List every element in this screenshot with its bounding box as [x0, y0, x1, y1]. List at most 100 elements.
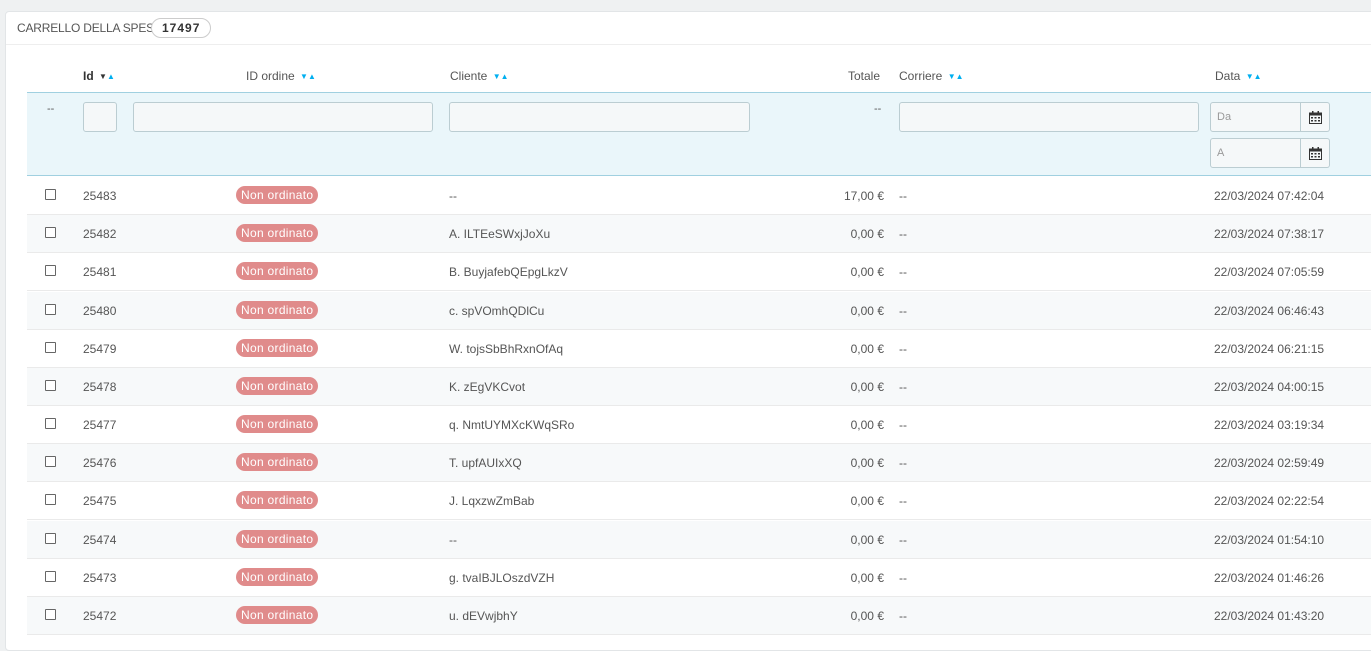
cell-date: 22/03/2024 02:59:49: [1214, 456, 1325, 470]
column-header-carrier[interactable]: Corriere ▼▲: [899, 69, 964, 83]
status-badge: Non ordinato: [236, 339, 319, 357]
status-badge: Non ordinato: [236, 186, 319, 204]
status-badge: Non ordinato: [236, 415, 319, 433]
cell-total: 0,00 €: [850, 571, 884, 585]
cell-id: 25479: [83, 342, 117, 356]
cell-date: 22/03/2024 06:21:15: [1214, 342, 1325, 356]
table-row[interactable]: 25473 Non ordinato g. tvaIBJLOszdVZH 0,00 €…: [27, 559, 1371, 597]
cell-id: 25473: [83, 571, 117, 585]
cell-carrier: --: [899, 456, 907, 470]
cell-customer: B. BuyjafebQEpgLkzV: [449, 265, 568, 279]
cell-customer: J. LqxzwZmBab: [449, 494, 535, 508]
status-badge: Non ordinato: [236, 491, 319, 509]
cell-date: 22/03/2024 01:43:20: [1214, 609, 1325, 623]
filter-checkbox-placeholder: --: [47, 103, 55, 115]
cell-id: 25477: [83, 418, 117, 432]
row-checkbox[interactable]: [45, 189, 56, 200]
cell-date: 22/03/2024 07:38:17: [1214, 227, 1325, 241]
filter-date-from-input[interactable]: Da: [1210, 102, 1301, 132]
table-row[interactable]: 25477 Non ordinato q. NmtUYMXcKWqSRo 0,00 €…: [27, 406, 1371, 444]
cell-carrier: --: [899, 227, 907, 241]
cell-id: 25480: [83, 304, 117, 318]
column-header-date[interactable]: Data ▼▲: [1215, 69, 1262, 83]
cell-customer: --: [449, 189, 457, 203]
table-row[interactable]: 25483 Non ordinato -- 17,00 € -- 22/03/2024 0…: [27, 177, 1371, 215]
table-row[interactable]: 25480 Non ordinato c. spVOmhQDlCu 0,00 € -- 2…: [27, 292, 1371, 330]
filter-carrier-input[interactable]: [899, 102, 1199, 132]
status-badge: Non ordinato: [236, 301, 319, 319]
table-row[interactable]: 25475 Non ordinato J. LqxzwZmBab 0,00 € -- 22…: [27, 482, 1371, 520]
cell-date: 22/03/2024 07:42:04: [1214, 189, 1325, 203]
cell-id: 25472: [83, 609, 117, 623]
cell-customer: K. zEgVKCvot: [449, 380, 526, 394]
cell-carrier: --: [899, 265, 907, 279]
table-row[interactable]: 25472 Non ordinato u. dEVwjbhY 0,00 € -- 22/0…: [27, 597, 1371, 635]
cell-customer: A. ILTEeSWxjJoXu: [449, 227, 551, 241]
row-checkbox[interactable]: [45, 609, 56, 620]
row-checkbox[interactable]: [45, 494, 56, 505]
cell-carrier: --: [899, 304, 907, 318]
row-checkbox[interactable]: [45, 418, 56, 429]
row-checkbox[interactable]: [45, 342, 56, 353]
row-checkbox[interactable]: [45, 265, 56, 276]
sort-arrows-icon[interactable]: ▼▲: [300, 72, 316, 81]
cell-customer: --: [449, 533, 457, 547]
cell-id: 25475: [83, 494, 117, 508]
table-row[interactable]: 25476 Non ordinato T. upfAUIxXQ 0,00 € -- 22/…: [27, 444, 1371, 482]
row-checkbox[interactable]: [45, 456, 56, 467]
calendar-icon[interactable]: [1301, 138, 1330, 168]
row-checkbox[interactable]: [45, 227, 56, 238]
table-row[interactable]: 25479 Non ordinato W. tojsSbBhRxnOfAq 0,00 …: [27, 330, 1371, 368]
table-row[interactable]: 25481 Non ordinato B. BuyjafebQEpgLkzV 0,00…: [27, 253, 1371, 291]
cell-id: 25483: [83, 189, 117, 203]
filter-customer-input[interactable]: [449, 102, 750, 132]
cell-date: 22/03/2024 03:19:34: [1214, 418, 1325, 432]
filter-row: -- -- Da A: [27, 92, 1371, 176]
calendar-icon[interactable]: [1301, 102, 1330, 132]
cell-total: 0,00 €: [850, 418, 884, 432]
status-badge: Non ordinato: [236, 606, 319, 624]
row-checkbox[interactable]: [45, 380, 56, 391]
table-row[interactable]: 25474 Non ordinato -- 0,00 € -- 22/03/2024 01…: [27, 521, 1371, 559]
cell-total: 0,00 €: [850, 227, 884, 241]
cell-total: 0,00 €: [850, 342, 884, 356]
cell-total: 0,00 €: [850, 456, 884, 470]
cell-carrier: --: [899, 380, 907, 394]
cell-total: 0,00 €: [850, 265, 884, 279]
filter-date-to-input[interactable]: A: [1210, 138, 1301, 168]
column-header-order-id[interactable]: ID ordine ▼▲: [246, 69, 316, 83]
table-row[interactable]: 25478 Non ordinato K. zEgVKCvot 0,00 € -- 22/…: [27, 368, 1371, 406]
cell-carrier: --: [899, 189, 907, 203]
cell-total: 0,00 €: [850, 304, 884, 318]
cell-date: 22/03/2024 01:46:26: [1214, 571, 1325, 585]
column-header-customer[interactable]: Cliente ▼▲: [450, 69, 509, 83]
row-checkbox[interactable]: [45, 533, 56, 544]
cell-carrier: --: [899, 494, 907, 508]
status-badge: Non ordinato: [236, 224, 319, 242]
row-checkbox[interactable]: [45, 571, 56, 582]
filter-order-id-input[interactable]: [133, 102, 433, 132]
status-badge: Non ordinato: [236, 530, 319, 548]
cell-date: 22/03/2024 04:00:15: [1214, 380, 1325, 394]
cell-date: 22/03/2024 07:05:59: [1214, 265, 1325, 279]
sort-arrows-icon[interactable]: ▼▲: [493, 72, 509, 81]
cell-carrier: --: [899, 571, 907, 585]
row-checkbox[interactable]: [45, 304, 56, 315]
cell-carrier: --: [899, 609, 907, 623]
cell-date: 22/03/2024 06:46:43: [1214, 304, 1325, 318]
filter-id-input[interactable]: [83, 102, 117, 132]
status-badge: Non ordinato: [236, 568, 319, 586]
cell-carrier: --: [899, 533, 907, 547]
filter-total-placeholder: --: [874, 103, 882, 115]
cell-total: 0,00 €: [850, 380, 884, 394]
sort-arrows-icon[interactable]: ▼▲: [1246, 72, 1262, 81]
column-header-id[interactable]: Id ▼▲: [83, 69, 115, 83]
status-badge: Non ordinato: [236, 453, 319, 471]
sort-arrows-icon[interactable]: ▼▲: [948, 72, 964, 81]
cell-id: 25474: [83, 533, 117, 547]
cell-carrier: --: [899, 342, 907, 356]
sort-arrows-icon[interactable]: ▼▲: [99, 72, 115, 81]
cell-date: 22/03/2024 01:54:10: [1214, 533, 1325, 547]
cell-total: 0,00 €: [850, 494, 884, 508]
table-row[interactable]: 25482 Non ordinato A. ILTEeSWxjJoXu 0,00 € -…: [27, 215, 1371, 253]
